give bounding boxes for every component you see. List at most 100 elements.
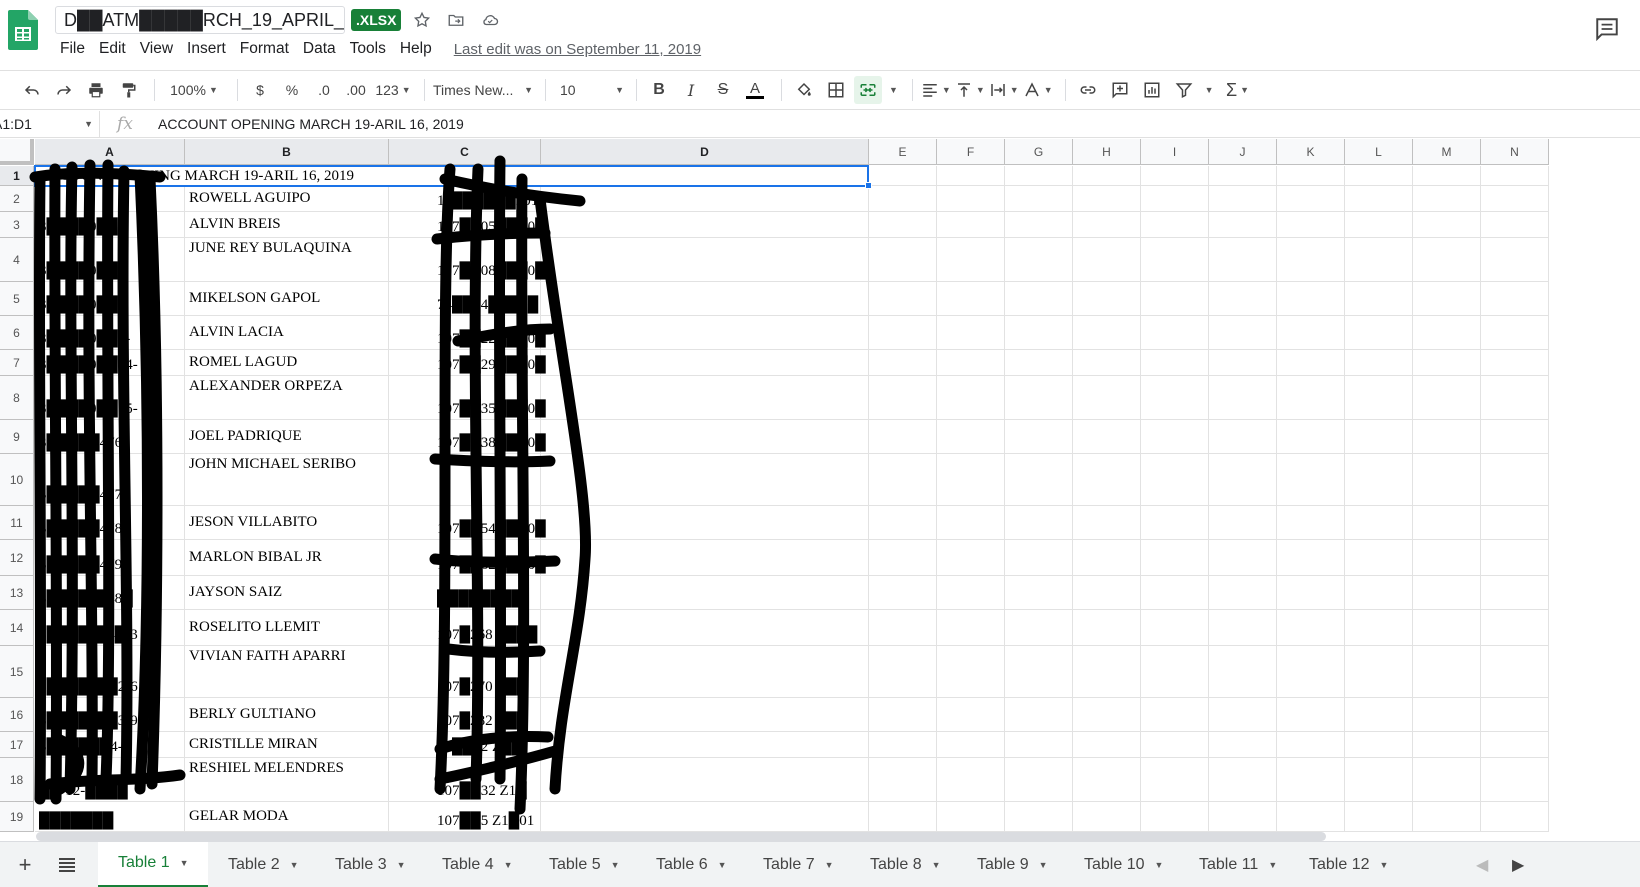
cell[interactable] [1141, 166, 1209, 186]
account-number-cell[interactable]: 3██████4-1 [35, 732, 185, 758]
name-cell[interactable]: ALVIN BREIS [185, 212, 389, 238]
percent-format-button[interactable]: % [278, 76, 306, 104]
cell[interactable] [1005, 316, 1073, 350]
chevron-down-icon[interactable]: ▼ [889, 85, 898, 95]
account-number-cell[interactable]: 3████0██3- [35, 316, 185, 350]
cell[interactable] [869, 802, 937, 832]
cell[interactable] [1005, 350, 1073, 376]
column-header-c[interactable]: C [389, 139, 541, 165]
cell[interactable] [1481, 316, 1549, 350]
cell[interactable] [937, 506, 1005, 540]
cell[interactable] [1073, 610, 1141, 646]
cell[interactable] [541, 454, 869, 506]
cell[interactable] [1209, 610, 1277, 646]
cell[interactable] [1209, 186, 1277, 212]
scroll-tabs-right-icon[interactable]: ▶ [1512, 842, 1524, 887]
cell[interactable] [1277, 576, 1345, 610]
cell[interactable] [1005, 238, 1073, 282]
row-header-10[interactable]: 10 [0, 454, 34, 506]
account-number-cell[interactable]: 3█████478- [35, 506, 185, 540]
account-number-cell[interactable]: 3████0██75- [35, 376, 185, 420]
column-header-f[interactable]: F [937, 139, 1005, 165]
card-number-cell[interactable]: 107█268 Z███ [389, 610, 541, 646]
insert-link-icon[interactable] [1074, 76, 1102, 104]
cell[interactable] [869, 758, 937, 802]
filter-icon[interactable] [1170, 76, 1198, 104]
cell[interactable] [1481, 758, 1549, 802]
font-family-select[interactable]: Times New... ▼ [433, 76, 533, 104]
cell[interactable] [1481, 376, 1549, 420]
cell[interactable] [869, 506, 937, 540]
row-header-18[interactable]: 18 [0, 758, 34, 802]
cell[interactable] [1413, 316, 1481, 350]
sheet-tab-12[interactable]: Table 12 ▼ [1289, 842, 1399, 887]
cell[interactable] [1073, 350, 1141, 376]
sheet-tab-4[interactable]: Table 4 ▼ [422, 842, 529, 887]
cell[interactable] [869, 186, 937, 212]
account-number-cell[interactable] [35, 186, 185, 212]
cell[interactable] [1073, 282, 1141, 316]
menu-edit[interactable]: Edit [99, 40, 126, 58]
cell[interactable] [1413, 282, 1481, 316]
row-header-14[interactable]: 14 [0, 610, 34, 646]
cell[interactable] [1481, 698, 1549, 732]
row-header-9[interactable]: 9 [0, 420, 34, 454]
cell[interactable] [1005, 610, 1073, 646]
cell[interactable] [1141, 420, 1209, 454]
move-folder-icon[interactable] [443, 7, 469, 33]
cell[interactable] [1345, 646, 1413, 698]
cell[interactable] [1073, 540, 1141, 576]
name-cell[interactable]: JESON VILLABITO [185, 506, 389, 540]
card-number-cell[interactable]: 107██29███0█ [389, 350, 546, 376]
card-number-cell[interactable]: 107█270 Z██ [389, 646, 541, 698]
cell[interactable] [1413, 802, 1481, 832]
sheet-tab-9[interactable]: Table 9 ▼ [957, 842, 1064, 887]
account-number-cell[interactable]: 3█████477- [35, 454, 185, 506]
cell[interactable] [1005, 576, 1073, 610]
last-edit-link[interactable]: Last edit was on September 11, 2019 [454, 41, 701, 58]
chevron-down-icon[interactable]: ▼ [1268, 860, 1277, 870]
cell[interactable] [869, 732, 937, 758]
cell[interactable] [1345, 238, 1413, 282]
strikethrough-button[interactable]: S [709, 76, 737, 104]
chevron-down-icon[interactable]: ▼ [504, 860, 513, 870]
row-header-1[interactable]: 1 [0, 166, 34, 186]
cell[interactable] [937, 610, 1005, 646]
cell[interactable] [1141, 506, 1209, 540]
cell[interactable] [1073, 646, 1141, 698]
cell[interactable] [869, 376, 937, 420]
cell[interactable] [1141, 186, 1209, 212]
cell[interactable] [1209, 350, 1277, 376]
horizontal-align-icon[interactable]: ▼ [921, 76, 951, 104]
cell[interactable] [541, 420, 869, 454]
row-header-3[interactable]: 3 [0, 212, 34, 238]
name-cell[interactable]: JOHN MICHAEL SERIBO [185, 454, 389, 506]
zoom-select[interactable]: 100% ▼ [163, 76, 225, 104]
cell[interactable] [541, 316, 869, 350]
cell[interactable] [869, 540, 937, 576]
card-number-cell[interactable]: 107██62███0█ [389, 540, 546, 576]
cell[interactable] [1141, 350, 1209, 376]
chevron-down-icon[interactable]: ▼ [397, 860, 406, 870]
sheet-tab-5[interactable]: Table 5 ▼ [529, 842, 636, 887]
cell[interactable] [1005, 454, 1073, 506]
cell[interactable] [1345, 282, 1413, 316]
sheet-tab-11[interactable]: Table 11 ▼ [1179, 842, 1289, 887]
cell[interactable] [1073, 166, 1141, 186]
cell[interactable] [541, 186, 869, 212]
column-header-m[interactable]: M [1413, 139, 1481, 165]
cell[interactable] [1209, 238, 1277, 282]
sheet-tab-8[interactable]: Table 8 ▼ [850, 842, 957, 887]
cell[interactable] [1277, 238, 1345, 282]
cell[interactable] [937, 540, 1005, 576]
text-wrapping-icon[interactable]: ▼ [989, 76, 1019, 104]
row-header-8[interactable]: 8 [0, 376, 34, 420]
cell[interactable] [1073, 376, 1141, 420]
cell[interactable] [1345, 698, 1413, 732]
column-header-i[interactable]: I [1141, 139, 1209, 165]
merge-cells-icon[interactable] [854, 76, 882, 104]
cell[interactable] [1413, 610, 1481, 646]
cell[interactable] [1413, 698, 1481, 732]
name-cell[interactable]: CRISTILLE MIRAN [185, 732, 389, 758]
column-header-d[interactable]: D [541, 139, 869, 165]
